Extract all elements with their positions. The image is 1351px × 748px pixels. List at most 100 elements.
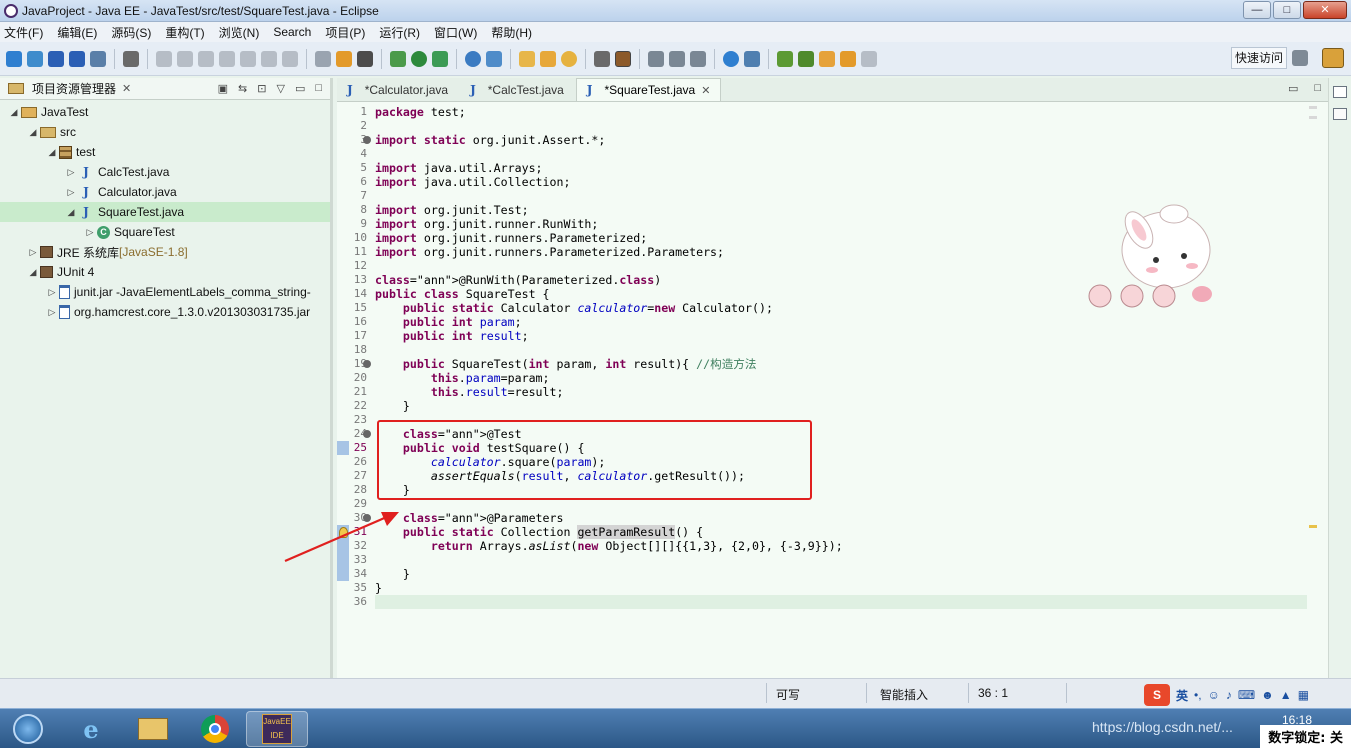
annotation-prev-icon[interactable] [798,50,814,67]
collapsed-arrow-icon[interactable]: ▷ [66,167,76,178]
collapsed-arrow-icon[interactable]: ▷ [85,227,95,238]
voice-icon[interactable]: ♪ [1226,688,1232,702]
project-explorer-tab[interactable]: 项目资源管理器 ✕ ▣ ⇆ ⊡ ▽ ▭ □ [0,78,330,100]
menu-refactor[interactable]: 重构(T) [165,24,204,41]
terminate-icon[interactable] [198,50,214,67]
ime-mode[interactable]: 英 [1176,687,1188,704]
menu-window[interactable]: 窗口(W) [434,24,477,41]
tree-item[interactable]: ◢ src [0,122,330,142]
expanded-arrow-icon[interactable]: ◢ [28,127,38,138]
expanded-arrow-icon[interactable]: ◢ [66,207,76,218]
code-area[interactable]: package test; import static org.junit.Ass… [337,102,1317,678]
forward-icon[interactable] [861,50,877,67]
annotation-next-icon[interactable] [777,50,793,67]
web-browser-icon[interactable] [723,50,739,67]
taskbar-chrome[interactable] [184,711,246,747]
menu-source[interactable]: 源码(S) [111,24,151,41]
menu-run[interactable]: 运行(R) [379,24,420,41]
close-tab-icon[interactable]: ✕ [701,84,710,97]
warning-marker[interactable] [1309,525,1317,528]
keyboard-icon[interactable]: ⌨ [1238,688,1255,702]
external-tools-icon[interactable] [486,50,502,67]
menu-help[interactable]: 帮助(H) [491,24,532,41]
user-icon[interactable]: ☻ [1261,688,1274,702]
close-button[interactable]: ✕ [1303,1,1347,19]
new-icon[interactable] [6,50,22,67]
minimize-view-icon[interactable]: ▭ [295,82,305,95]
minimize-button[interactable]: — [1243,1,1271,19]
new-package-icon[interactable] [27,50,43,67]
tab-squaretest[interactable]: J *SquareTest.java ✕ [575,78,722,101]
java-ee-perspective-icon[interactable] [1322,48,1344,68]
tree-item[interactable]: ▷ C SquareTest [0,222,330,242]
maximize-editor-icon[interactable]: □ [1314,82,1321,95]
open-task-icon[interactable] [540,50,556,67]
expanded-arrow-icon[interactable]: ◢ [9,107,19,118]
tree-item[interactable]: ▷ JRE 系统库 [JavaSE-1.8] [0,242,330,262]
mark-occurrences-icon[interactable] [615,50,631,67]
tree-item[interactable]: ◢ JUnit 4 [0,262,330,282]
toggle-breadcrumb-icon[interactable] [594,50,610,67]
tree-item[interactable]: ◢ JavaTest [0,102,330,122]
step-return-icon[interactable] [282,50,298,67]
expanded-arrow-icon[interactable]: ◢ [28,267,38,278]
tab-calculator[interactable]: J *Calculator.java [337,78,458,101]
disconnect-icon[interactable] [219,50,235,67]
link-with-editor-icon[interactable]: ⇆ [238,82,247,95]
collapsed-arrow-icon[interactable]: ▷ [28,247,38,258]
drop-to-frame-icon[interactable] [315,50,331,67]
word-wrap-icon[interactable] [648,50,664,67]
run-icon[interactable] [411,50,427,67]
menu-search[interactable]: Search [273,25,311,39]
sogou-logo-icon[interactable]: S [1144,684,1170,706]
open-type-icon[interactable] [519,50,535,67]
step-over-icon[interactable] [261,50,277,67]
maximize-view-icon[interactable]: □ [315,82,322,95]
ant-icon[interactable] [357,50,373,67]
tree-item[interactable]: ▷ org.hamcrest.core_1.3.0.v201303031735.j… [0,302,330,322]
toolbox-icon[interactable]: ▦ [1298,688,1309,702]
skip-breakpoints-icon[interactable] [123,50,139,67]
coverage-icon[interactable] [432,50,448,67]
last-edit-icon[interactable] [819,50,835,67]
minimize-editor-icon[interactable]: ▭ [1288,82,1298,95]
start-button[interactable] [2,711,54,747]
save-all-icon[interactable] [69,50,85,67]
close-view-icon[interactable]: ✕ [122,82,131,95]
tree-item[interactable]: ◢ J SquareTest.java [0,202,330,222]
skin-icon[interactable]: ▲ [1280,688,1292,702]
suspend-icon[interactable] [177,50,193,67]
collapsed-arrow-icon[interactable]: ▷ [47,307,57,318]
open-console-icon[interactable] [90,50,106,67]
deploy-icon[interactable] [744,50,760,67]
quick-access-input[interactable]: 快速访问 [1231,47,1287,69]
view-menu-icon[interactable]: ▽ [276,82,284,95]
collapsed-arrow-icon[interactable]: ▷ [47,287,57,298]
debug-icon[interactable] [390,50,406,67]
tree-item[interactable]: ▷ J CalcTest.java [0,162,330,182]
step-into-icon[interactable] [240,50,256,67]
show-whitespace-icon[interactable] [690,50,706,67]
tree-item[interactable]: ▷ J Calculator.java [0,182,330,202]
menu-navigate[interactable]: 浏览(N) [219,24,260,41]
tab-calctest[interactable]: J *CalcTest.java [460,78,574,101]
maximize-button[interactable]: □ [1273,1,1301,19]
save-icon[interactable] [48,50,64,67]
taskbar-explorer[interactable] [122,711,184,747]
server-icon[interactable] [465,50,481,67]
tree-item[interactable]: ▷ junit.jar -JavaElementLabels_comma_stri… [0,282,330,302]
taskbar-ie[interactable]: e [60,711,122,747]
emoji-icon[interactable]: ☺ [1208,688,1220,702]
collapse-all-icon[interactable]: ▣ [218,82,228,95]
menu-file[interactable]: 文件(F) [4,24,43,41]
expanded-arrow-icon[interactable]: ◢ [47,147,57,158]
menu-edit[interactable]: 编辑(E) [57,24,97,41]
outline-view-icon[interactable] [1333,108,1347,120]
back-icon[interactable] [840,50,856,67]
punctuation-icon[interactable]: •, [1194,688,1202,702]
taskbar-eclipse[interactable]: JavaEE IDE [246,711,308,747]
resume-icon[interactable] [156,50,172,67]
block-selection-icon[interactable] [669,50,685,67]
focus-icon[interactable]: ⊡ [257,82,266,95]
collapsed-arrow-icon[interactable]: ▷ [66,187,76,198]
